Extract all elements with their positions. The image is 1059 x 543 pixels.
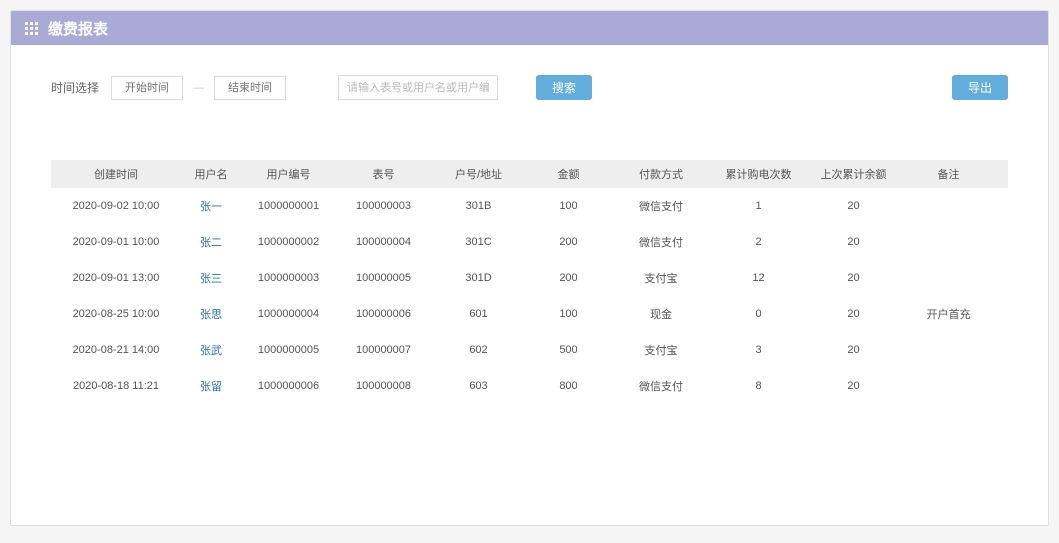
col-user-no: 用户编号	[241, 166, 336, 182]
cell-created: 2020-09-02 10:00	[51, 200, 181, 212]
cell-addr: 301D	[431, 272, 526, 284]
cell-amount: 800	[526, 380, 611, 392]
search-button[interactable]: 搜索	[536, 75, 592, 100]
cell-user-no: 1000000003	[241, 272, 336, 284]
cell-count: 1	[711, 200, 806, 212]
table-body: 2020-09-02 10:00张一1000000001100000003301…	[51, 188, 1008, 404]
col-meter: 表号	[336, 166, 431, 182]
cell-last: 20	[806, 272, 901, 284]
cell-amount: 500	[526, 344, 611, 356]
table-header-row: 创建时间 用户名 用户编号 表号 户号/地址 金额 付款方式 累计购电次数 上次…	[51, 160, 1008, 188]
cell-addr: 601	[431, 308, 526, 320]
table-row: 2020-08-18 11:21张留1000000006100000008603…	[51, 368, 1008, 404]
cell-amount: 100	[526, 308, 611, 320]
col-created: 创建时间	[51, 166, 181, 182]
cell-pay: 微信支付	[611, 378, 711, 394]
cell-user-link[interactable]: 张二	[181, 234, 241, 250]
col-addr: 户号/地址	[431, 166, 526, 182]
cell-user-no: 1000000004	[241, 308, 336, 320]
filter-bar: 时间选择 — 搜索 导出	[51, 75, 1008, 100]
cell-amount: 100	[526, 200, 611, 212]
cell-amount: 200	[526, 236, 611, 248]
cell-user-link[interactable]: 张三	[181, 270, 241, 286]
cell-user-no: 1000000001	[241, 200, 336, 212]
col-note: 备注	[901, 166, 996, 182]
cell-amount: 200	[526, 272, 611, 284]
cell-count: 8	[711, 380, 806, 392]
start-date-input[interactable]	[111, 76, 183, 100]
cell-pay: 支付宝	[611, 270, 711, 286]
cell-pay: 微信支付	[611, 198, 711, 214]
cell-addr: 602	[431, 344, 526, 356]
search-input[interactable]	[338, 75, 498, 100]
cell-meter: 100000005	[336, 272, 431, 284]
cell-meter: 100000007	[336, 344, 431, 356]
data-table: 创建时间 用户名 用户编号 表号 户号/地址 金额 付款方式 累计购电次数 上次…	[51, 160, 1008, 404]
col-last: 上次累计余额	[806, 166, 901, 182]
end-date-input[interactable]	[214, 76, 286, 100]
cell-count: 3	[711, 344, 806, 356]
cell-created: 2020-08-25 10:00	[51, 308, 181, 320]
cell-pay: 现金	[611, 306, 711, 322]
table-row: 2020-08-25 10:00张思1000000004100000006601…	[51, 296, 1008, 332]
grid-icon	[25, 22, 38, 35]
cell-created: 2020-08-18 11:21	[51, 380, 181, 392]
cell-created: 2020-08-21 14:00	[51, 344, 181, 356]
cell-last: 20	[806, 344, 901, 356]
page-title: 缴费报表	[48, 18, 108, 39]
cell-user-no: 1000000005	[241, 344, 336, 356]
cell-last: 20	[806, 380, 901, 392]
table-row: 2020-09-01 10:00张二1000000002100000004301…	[51, 224, 1008, 260]
cell-count: 0	[711, 308, 806, 320]
cell-user-link[interactable]: 张一	[181, 198, 241, 214]
col-pay: 付款方式	[611, 166, 711, 182]
page-container: 缴费报表 时间选择 — 搜索 导出 创建时间 用户名 用户编号 表号 户号/地址…	[10, 10, 1049, 526]
export-button[interactable]: 导出	[952, 75, 1008, 100]
cell-addr: 301C	[431, 236, 526, 248]
cell-count: 12	[711, 272, 806, 284]
cell-last: 20	[806, 236, 901, 248]
table-row: 2020-09-02 10:00张一1000000001100000003301…	[51, 188, 1008, 224]
cell-pay: 支付宝	[611, 342, 711, 358]
table-row: 2020-08-21 14:00张武1000000005100000007602…	[51, 332, 1008, 368]
cell-pay: 微信支付	[611, 234, 711, 250]
cell-meter: 100000003	[336, 200, 431, 212]
cell-last: 20	[806, 200, 901, 212]
cell-addr: 603	[431, 380, 526, 392]
col-amount: 金额	[526, 166, 611, 182]
cell-addr: 301B	[431, 200, 526, 212]
cell-user-no: 1000000006	[241, 380, 336, 392]
date-range-separator: —	[193, 82, 204, 94]
cell-user-link[interactable]: 张思	[181, 306, 241, 322]
cell-meter: 100000008	[336, 380, 431, 392]
cell-user-no: 1000000002	[241, 236, 336, 248]
cell-created: 2020-09-01 10:00	[51, 236, 181, 248]
col-user: 用户名	[181, 166, 241, 182]
table-row: 2020-09-01 13:00张三1000000003100000005301…	[51, 260, 1008, 296]
cell-created: 2020-09-01 13:00	[51, 272, 181, 284]
col-count: 累计购电次数	[711, 166, 806, 182]
cell-last: 20	[806, 308, 901, 320]
cell-user-link[interactable]: 张留	[181, 378, 241, 394]
cell-meter: 100000004	[336, 236, 431, 248]
time-filter-label: 时间选择	[51, 79, 99, 96]
cell-note: 开户首充	[901, 306, 996, 322]
page-body: 时间选择 — 搜索 导出 创建时间 用户名 用户编号 表号 户号/地址 金额 付…	[11, 45, 1048, 525]
cell-user-link[interactable]: 张武	[181, 342, 241, 358]
cell-count: 2	[711, 236, 806, 248]
page-header: 缴费报表	[11, 11, 1048, 45]
cell-meter: 100000006	[336, 308, 431, 320]
